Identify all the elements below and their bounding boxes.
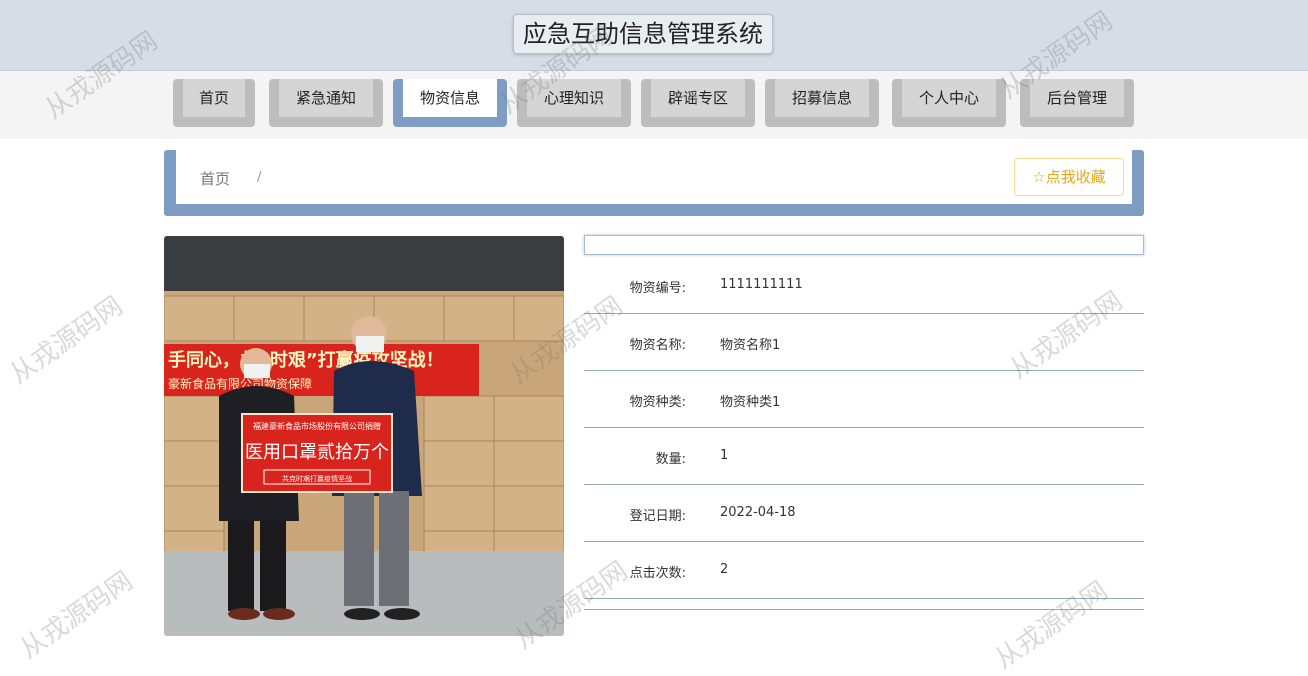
detail-label: 点击次数:	[629, 566, 686, 581]
supply-photo-illustration: 手同心，共“时艰”打赢疫攻坚战！ 豪新食品有限公司物资保障 福建豪新食品市场股份…	[164, 236, 564, 636]
favorite-label: 点我收藏	[1045, 168, 1106, 186]
detail-row-code: 物资编号: 1111111111	[584, 256, 1144, 314]
sign-bottom-text: 共克时艰打赢疫情坚战	[282, 474, 352, 483]
sign-main-text: 医用口罩贰拾万个	[245, 442, 389, 463]
detail-label: 物资名称:	[629, 338, 686, 353]
detail-row-date: 登记日期: 2022-04-18	[584, 484, 1144, 542]
detail-row-name: 物资名称: 物资名称1	[584, 313, 1144, 371]
detail-value: 1111111111	[720, 277, 803, 292]
favorite-button[interactable]: ☆点我收藏	[1014, 158, 1124, 196]
sign-top-text: 福建豪新食品市场股份有限公司捐赠	[253, 421, 381, 431]
detail-value: 1	[720, 448, 729, 463]
nav-item-admin[interactable]: 后台管理	[1020, 79, 1134, 127]
breadcrumb-home-link[interactable]: 首页	[200, 168, 230, 189]
breadcrumb-panel: 首页 / ☆点我收藏	[176, 150, 1132, 204]
nav-label: 辟谣专区	[651, 79, 745, 117]
nav-item-personal-center[interactable]: 个人中心	[892, 79, 1006, 127]
detail-value: 物资种类1	[720, 395, 781, 410]
nav-item-emergency-notice[interactable]: 紧急通知	[269, 79, 383, 127]
nav-label: 后台管理	[1030, 79, 1124, 117]
nav-item-rumor[interactable]: 辟谣专区	[641, 79, 755, 127]
detail-value: 2022-04-18	[720, 505, 796, 520]
star-outline-icon: ☆	[1032, 168, 1046, 186]
detail-label: 物资种类:	[629, 395, 686, 410]
supply-photo: 手同心，共“时艰”打赢疫攻坚战！ 豪新食品有限公司物资保障 福建豪新食品市场股份…	[164, 236, 564, 636]
nav-item-home[interactable]: 首页	[173, 79, 255, 127]
nav-label: 招募信息	[775, 79, 869, 117]
nav-item-supplies[interactable]: 物资信息	[393, 79, 507, 127]
detail-row-quantity: 数量: 1	[584, 427, 1144, 485]
nav-label: 首页	[183, 79, 245, 117]
detail-label: 物资编号:	[629, 281, 686, 296]
detail-label: 登记日期:	[629, 509, 686, 524]
site-title: 应急互助信息管理系统	[513, 14, 773, 54]
detail-row-category: 物资种类: 物资种类1	[584, 370, 1144, 428]
nav-label: 心理知识	[527, 79, 621, 117]
watermark: 从戎源码网	[4, 290, 129, 391]
detail-value: 2	[720, 562, 729, 577]
nav-label: 紧急通知	[279, 79, 373, 117]
detail-label: 数量:	[655, 452, 686, 467]
detail-title-bar	[584, 235, 1144, 255]
main-nav: 首页 紧急通知 物资信息 心理知识 辟谣专区 招募信息 个人中心 后台管理	[0, 71, 1308, 139]
breadcrumb-separator: /	[257, 170, 262, 185]
detail-value: 物资名称1	[720, 338, 781, 353]
nav-label: 物资信息	[403, 79, 497, 117]
nav-item-psychology[interactable]: 心理知识	[517, 79, 631, 127]
detail-divider	[584, 609, 1144, 610]
header-bar: 应急互助信息管理系统	[0, 0, 1308, 71]
nav-label: 个人中心	[902, 79, 996, 117]
detail-row-clicks: 点击次数: 2	[584, 541, 1144, 599]
watermark: 从戎源码网	[14, 565, 139, 666]
breadcrumb: 首页 / ☆点我收藏	[164, 150, 1144, 216]
nav-item-recruit[interactable]: 招募信息	[765, 79, 879, 127]
